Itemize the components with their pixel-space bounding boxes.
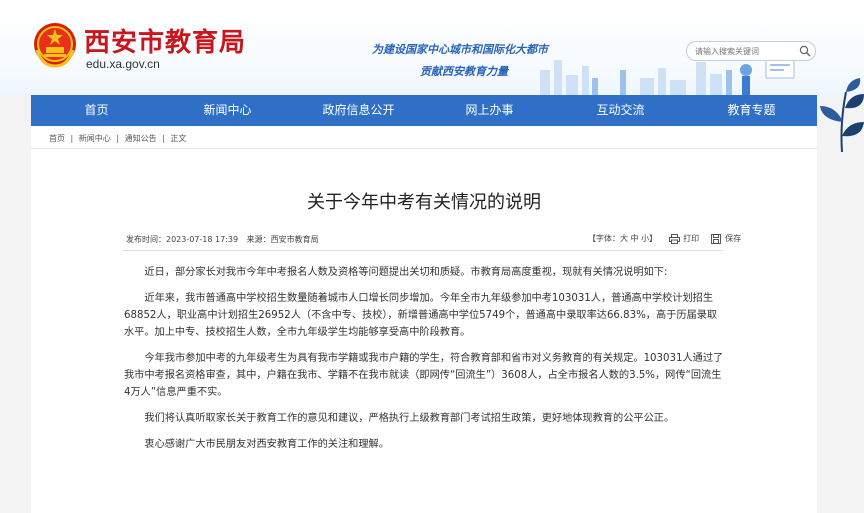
printer-icon[interactable] — [669, 233, 681, 244]
breadcrumb-divider — [31, 148, 817, 149]
article-paragraph: 我们将认真听取家长关于教育工作的意见和建议，严格执行上级教育部门考试招生政策，更… — [144, 413, 675, 424]
decorative-plant-illustration — [820, 78, 864, 152]
national-emblem-icon — [34, 23, 76, 68]
site-header: 西安市教育局 edu.xa.gov.cn 为建设国家中心城市和国际化大都市 贡献… — [0, 0, 864, 95]
save-button[interactable]: 保存 — [725, 233, 741, 244]
nav-item-interaction[interactable]: 互动交流 — [555, 95, 686, 126]
article-paragraph: 今年我市参加中考的九年级考生为具有我市学籍或我市户籍的学生，符合教育部和省市对义… — [124, 353, 724, 398]
nav-item-gov-info[interactable]: 政府信息公开 — [293, 95, 424, 126]
meta-divider — [123, 250, 723, 251]
save-icon[interactable] — [711, 233, 722, 244]
article-meta: 发布时间：2023-07-18 17:39 来源：西安市教育局 — [126, 234, 325, 245]
article-source: 来源：西安市教育局 — [246, 235, 319, 244]
article-panel: 首页 | 新闻中心 | 通知公告 | 正文 关于今年中考有关情况的说明 发布时间… — [31, 126, 817, 513]
breadcrumb: 首页 | 新闻中心 | 通知公告 | 正文 — [49, 133, 189, 144]
site-domain: edu.xa.gov.cn — [86, 57, 160, 71]
slogan-line-2: 贡献西安教育力量 — [420, 65, 508, 78]
nav-item-online-services[interactable]: 网上办事 — [424, 95, 555, 126]
search-box[interactable] — [686, 41, 816, 61]
article-title: 关于今年中考有关情况的说明 — [307, 192, 541, 213]
print-button[interactable]: 打印 — [683, 233, 699, 244]
nav-item-home[interactable]: 首页 — [31, 95, 162, 126]
nav-item-education-topics[interactable]: 教育专题 — [686, 95, 817, 126]
breadcrumb-home[interactable]: 首页 — [49, 134, 65, 143]
breadcrumb-separator: | — [70, 134, 74, 143]
breadcrumb-news-center[interactable]: 新闻中心 — [79, 134, 111, 143]
search-icon[interactable] — [799, 45, 811, 57]
nav-item-news-center[interactable]: 新闻中心 — [162, 95, 293, 126]
site-title: 西安市教育局 — [84, 28, 247, 58]
publish-time: 发布时间：2023-07-18 17:39 — [126, 235, 239, 244]
main-nav: 首页 新闻中心 政府信息公开 网上办事 互动交流 教育专题 — [31, 95, 817, 126]
article-body: 近日，部分家长对我市今年中考报名人数及资格等问题提出关切和质疑。市教育局高度重视… — [124, 264, 724, 462]
breadcrumb-separator: | — [116, 134, 120, 143]
breadcrumb-notices[interactable]: 通知公告 — [125, 134, 157, 143]
breadcrumb-current: 正文 — [170, 134, 187, 143]
font-size-control[interactable]: 【字体：大 中 小】 — [588, 233, 657, 244]
breadcrumb-separator: | — [162, 134, 165, 143]
article-tools: 【字体：大 中 小】 打印 保存 — [588, 233, 741, 244]
article-paragraph: 衷心感谢广大市民朋友对西安教育工作的关注和理解。 — [144, 439, 389, 450]
article-paragraph: 近日，部分家长对我市今年中考报名人数及资格等问题提出关切和质疑。市教育局高度重视… — [144, 267, 668, 278]
article-paragraph: 近年来，我市普通高中学校招生数量随着城市人口增长同步增加。今年全市九年级参加中考… — [124, 293, 718, 338]
search-input[interactable] — [695, 44, 795, 58]
